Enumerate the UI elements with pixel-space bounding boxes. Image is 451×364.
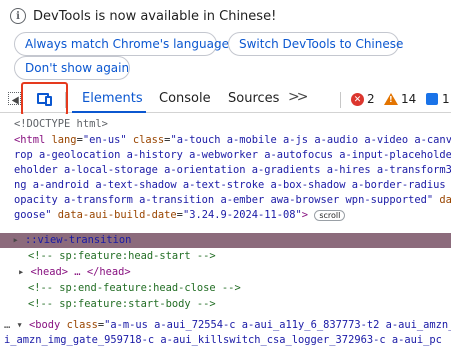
device-toolbar-highlight bbox=[21, 82, 68, 116]
more-tabs-chevron-icon[interactable]: >> bbox=[288, 89, 309, 105]
dont-show-again-button[interactable]: Don't show again bbox=[14, 56, 130, 80]
active-tab-indicator bbox=[72, 111, 146, 113]
dom-node-body[interactable]: … ▾ <body class="a-m-us a-aui_72554-c a-… bbox=[4, 318, 451, 333]
tab-console[interactable]: Console bbox=[159, 91, 211, 106]
dom-node-html[interactable]: <html lang="en-us" class="a-touch a-mobi… bbox=[14, 133, 451, 148]
dom-node-head[interactable]: ▸ <head> … </head> bbox=[18, 265, 451, 280]
error-count[interactable]: 2 bbox=[367, 92, 375, 106]
inspect-element-icon[interactable] bbox=[8, 92, 21, 105]
infobar-message-row: i DevTools is now available in Chinese! bbox=[10, 8, 276, 24]
warning-count[interactable]: 14 bbox=[401, 92, 416, 106]
dom-node-view-transition[interactable]: ▸ ::view-transition bbox=[0, 233, 451, 248]
language-infobar: i DevTools is now available in Chinese! … bbox=[0, 0, 451, 82]
issues-count[interactable]: 1 bbox=[442, 92, 450, 106]
expand-triangle-icon[interactable]: ▸ bbox=[18, 266, 31, 278]
issues-icon[interactable] bbox=[426, 93, 438, 105]
toolbar-divider bbox=[340, 92, 341, 108]
dom-html-attrs-end: goose" data-aui-build-date="3.24.9-2024-… bbox=[14, 208, 451, 223]
dom-html-class-continuation: rop a-geolocation a-history a-webworker … bbox=[14, 149, 451, 161]
elements-dom-tree: <!DOCTYPE html> <html lang="en-us" class… bbox=[0, 114, 451, 364]
dom-body-class-continuation: i_amzn_img_gate_959718-c a-aui_killswitc… bbox=[4, 334, 442, 346]
dom-comment-head-start[interactable]: <!-- sp:feature:head-start --> bbox=[28, 249, 451, 264]
dom-node-doctype[interactable]: <!DOCTYPE html> bbox=[14, 117, 451, 132]
dom-comment-head-close[interactable]: <!-- sp:end-feature:head-close --> bbox=[28, 281, 451, 296]
error-icon[interactable]: ✕ bbox=[351, 93, 364, 106]
infobar-message: DevTools is now available in Chinese! bbox=[33, 8, 277, 24]
dom-html-class-continuation: ng a-android a-text-shadow a-text-stroke… bbox=[14, 179, 451, 191]
tab-elements[interactable]: Elements bbox=[82, 91, 143, 106]
tab-sources[interactable]: Sources bbox=[228, 91, 279, 106]
switch-to-chinese-button[interactable]: Switch DevTools to Chinese bbox=[228, 32, 403, 56]
dom-html-class-continuation: opacity a-transform a-transition a-ember… bbox=[14, 194, 451, 206]
info-icon: i bbox=[10, 8, 26, 24]
always-match-language-button[interactable]: Always match Chrome's language bbox=[14, 32, 229, 56]
dom-comment-start-body[interactable]: <!-- sp:feature:start-body --> bbox=[28, 297, 451, 312]
scroll-badge[interactable]: scroll bbox=[314, 209, 346, 221]
dom-html-class-continuation: eholder a-local-storage a-orientation a-… bbox=[14, 164, 451, 176]
